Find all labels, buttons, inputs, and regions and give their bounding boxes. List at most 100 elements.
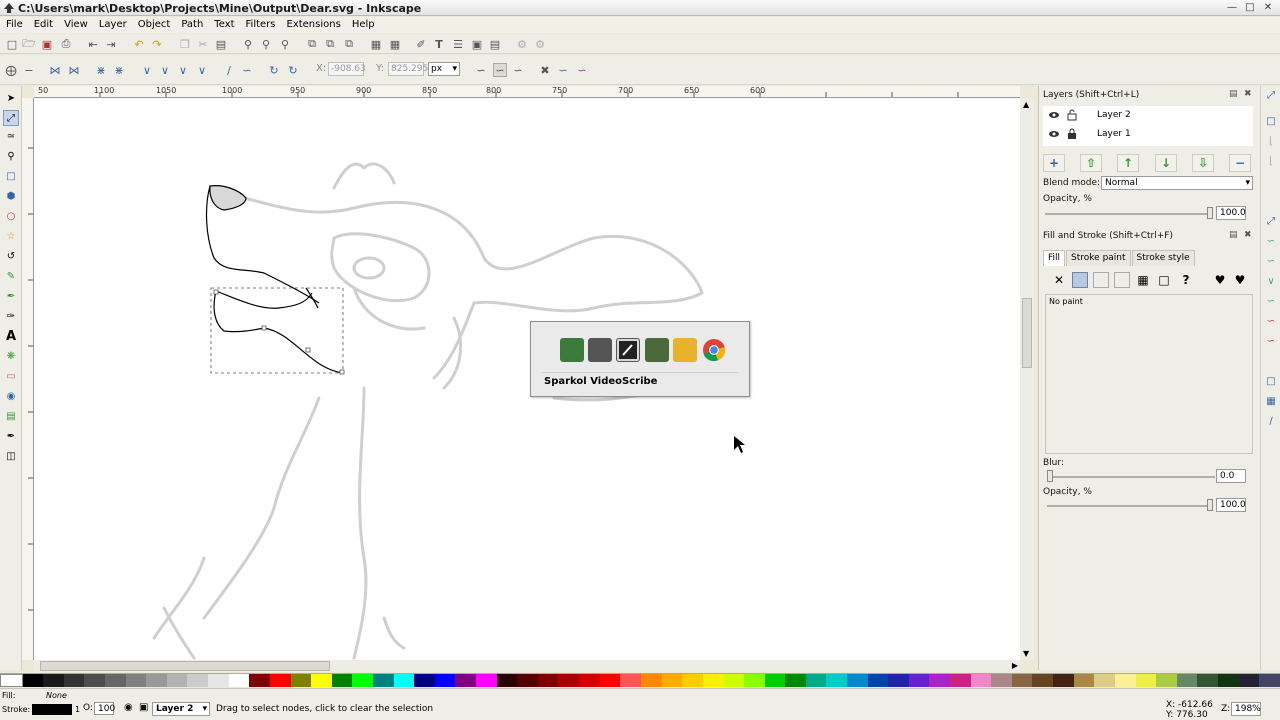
palette-swatch[interactable] <box>187 674 209 687</box>
snap-bbox-icon[interactable]: □ <box>1265 116 1277 128</box>
text-tool-icon[interactable]: A <box>3 328 19 344</box>
node-tool-icon[interactable]: ⤢ <box>3 110 19 126</box>
break-path-icon[interactable]: ⋈ <box>67 63 81 77</box>
layers-dialog-icon[interactable]: ☰ <box>451 37 465 51</box>
snap-page-icon[interactable]: □ <box>1265 376 1277 388</box>
palette-swatch[interactable] <box>455 674 477 687</box>
inkscape-icon[interactable] <box>588 338 612 362</box>
blur-input[interactable]: 0.0 <box>1216 469 1246 483</box>
fill-rule-nonzero-icon[interactable]: ♥ <box>1232 272 1248 288</box>
cut-icon[interactable]: ✂ <box>196 37 210 51</box>
visibility-eye-icon[interactable] <box>1049 130 1059 138</box>
scroll-right-icon[interactable]: ▶ <box>1012 661 1018 670</box>
vertical-scrollbar[interactable]: ▲ ▼ <box>1020 98 1034 660</box>
layer-visibility-icon[interactable]: ◉ <box>124 702 133 713</box>
snap-toggle-icon[interactable]: ⤢ <box>1265 90 1277 102</box>
zoom-page-icon[interactable]: ⚲ <box>278 37 292 51</box>
snap-nodes-icon[interactable]: ⤢ <box>1265 216 1277 228</box>
taskbar-switcher-popup[interactable]: Sparkol VideoScribe <box>530 321 750 397</box>
menu-edit[interactable]: Edit <box>28 17 58 33</box>
3d-box-tool-icon[interactable]: ⬢ <box>3 188 19 204</box>
iconify-icon[interactable]: ▤ <box>1229 89 1238 99</box>
pattern-icon[interactable]: ▦ <box>1135 272 1151 288</box>
mask-icon[interactable]: ∽ <box>575 63 589 77</box>
palette-swatch[interactable] <box>372 674 394 687</box>
close-panel-icon[interactable]: ✖ <box>1244 230 1252 240</box>
xml-editor-icon[interactable]: ▣ <box>470 37 484 51</box>
palette-swatch[interactable] <box>63 674 85 687</box>
palette-swatch[interactable] <box>950 674 971 687</box>
palette-swatch[interactable] <box>352 674 373 687</box>
menu-path[interactable]: Path <box>175 17 208 33</box>
layer-opacity-knob[interactable] <box>1207 207 1213 219</box>
layer-name[interactable]: Layer 2 <box>1097 106 1131 125</box>
blur-slider[interactable] <box>1047 476 1215 478</box>
paste-icon[interactable]: ▤ <box>214 37 228 51</box>
snap-intersections-icon[interactable]: ∽ <box>1265 256 1277 268</box>
opacity-input[interactable]: 100 <box>94 702 115 715</box>
snap-paths-icon[interactable]: ∽ <box>1265 236 1277 248</box>
palette-swatch[interactable] <box>1073 674 1095 687</box>
show-handles-icon[interactable]: ∽ <box>474 63 488 77</box>
palette-swatch[interactable] <box>558 674 580 687</box>
palette-swatch[interactable] <box>826 674 847 687</box>
paint-bucket-tool-icon[interactable]: ◉ <box>3 388 19 404</box>
join-nodes-icon[interactable]: ⋈ <box>48 63 62 77</box>
eraser-tool-icon[interactable]: ▭ <box>3 368 19 384</box>
chrome-icon[interactable] <box>702 338 726 362</box>
redo-icon[interactable]: ↷ <box>150 37 164 51</box>
palette-swatch[interactable] <box>84 674 106 687</box>
palette-swatch[interactable] <box>970 674 992 687</box>
zoom-tool-icon[interactable]: ⚲ <box>3 148 19 164</box>
palette-swatch[interactable] <box>517 674 538 687</box>
stroke-swatch[interactable] <box>32 704 72 715</box>
fill-rule-evenodd-icon[interactable]: ♥ <box>1212 272 1228 288</box>
blend-mode-select[interactable]: Normal ▾ <box>1101 176 1253 190</box>
calligraphy-tool-icon[interactable]: ✑ <box>3 308 19 324</box>
palette-swatch[interactable] <box>249 674 270 687</box>
x-coord-input[interactable]: -908.63 <box>328 62 366 76</box>
palette-swatch[interactable] <box>414 674 435 687</box>
layer-row[interactable]: Layer 1 <box>1043 125 1253 144</box>
palette-swatch[interactable] <box>1032 674 1054 687</box>
no-paint-icon[interactable]: ✕ <box>1051 272 1067 288</box>
palette-swatch[interactable] <box>476 674 497 687</box>
text-dialog-icon[interactable]: T <box>432 37 446 51</box>
palette-swatch[interactable] <box>1094 674 1115 687</box>
inkscape-window-icon[interactable] <box>616 338 640 362</box>
palette-swatch[interactable] <box>785 674 806 687</box>
drawing-canvas[interactable] <box>34 98 1020 660</box>
tweak-tool-icon[interactable]: ≃ <box>3 128 19 144</box>
open-icon[interactable]: 🗁 <box>22 37 36 51</box>
palette-swatch[interactable] <box>1135 674 1157 687</box>
snap-midpoint-icon[interactable]: ∽ <box>1265 316 1277 328</box>
import-icon[interactable]: ⇤ <box>86 37 100 51</box>
close-panel-icon[interactable]: ✖ <box>1244 89 1252 99</box>
save-icon[interactable]: ▣ <box>40 37 54 51</box>
horizontal-scrollbar[interactable]: ▶ <box>34 660 1020 672</box>
connector-tool-icon[interactable]: ◫ <box>3 448 19 464</box>
make-smooth-icon[interactable]: ∨ <box>158 63 172 77</box>
raise-layer-icon[interactable]: ↑ <box>1117 154 1139 172</box>
copy-icon[interactable]: ❐ <box>178 37 192 51</box>
palette-swatch[interactable] <box>620 674 641 687</box>
blur-knob[interactable] <box>1047 470 1053 482</box>
undo-icon[interactable]: ↶ <box>132 37 146 51</box>
palette-swatch[interactable] <box>682 674 703 687</box>
tab-stroke-style[interactable]: Stroke style <box>1131 250 1195 266</box>
lock-icon[interactable] <box>1067 128 1077 140</box>
vertical-scroll-thumb[interactable] <box>1022 298 1032 368</box>
transform-handles-icon[interactable]: ✖ <box>538 63 552 77</box>
palette-swatch[interactable] <box>929 674 951 687</box>
clone-icon[interactable]: ⧉ <box>323 37 337 51</box>
palette-swatch[interactable] <box>846 674 868 687</box>
snap-center-icon[interactable]: ∽ <box>1265 336 1277 348</box>
object-opacity-knob[interactable] <box>1207 499 1213 511</box>
object-to-path-icon[interactable]: ↻ <box>267 63 281 77</box>
insert-node-icon[interactable]: ⨁ <box>4 63 18 77</box>
palette-swatch[interactable] <box>764 674 786 687</box>
scroll-down-icon[interactable]: ▼ <box>1023 649 1029 658</box>
pen-tool-icon[interactable]: ✒ <box>3 288 19 304</box>
videoscribe-icon[interactable] <box>560 338 584 362</box>
segment-curve-icon[interactable]: ∽ <box>240 63 254 77</box>
